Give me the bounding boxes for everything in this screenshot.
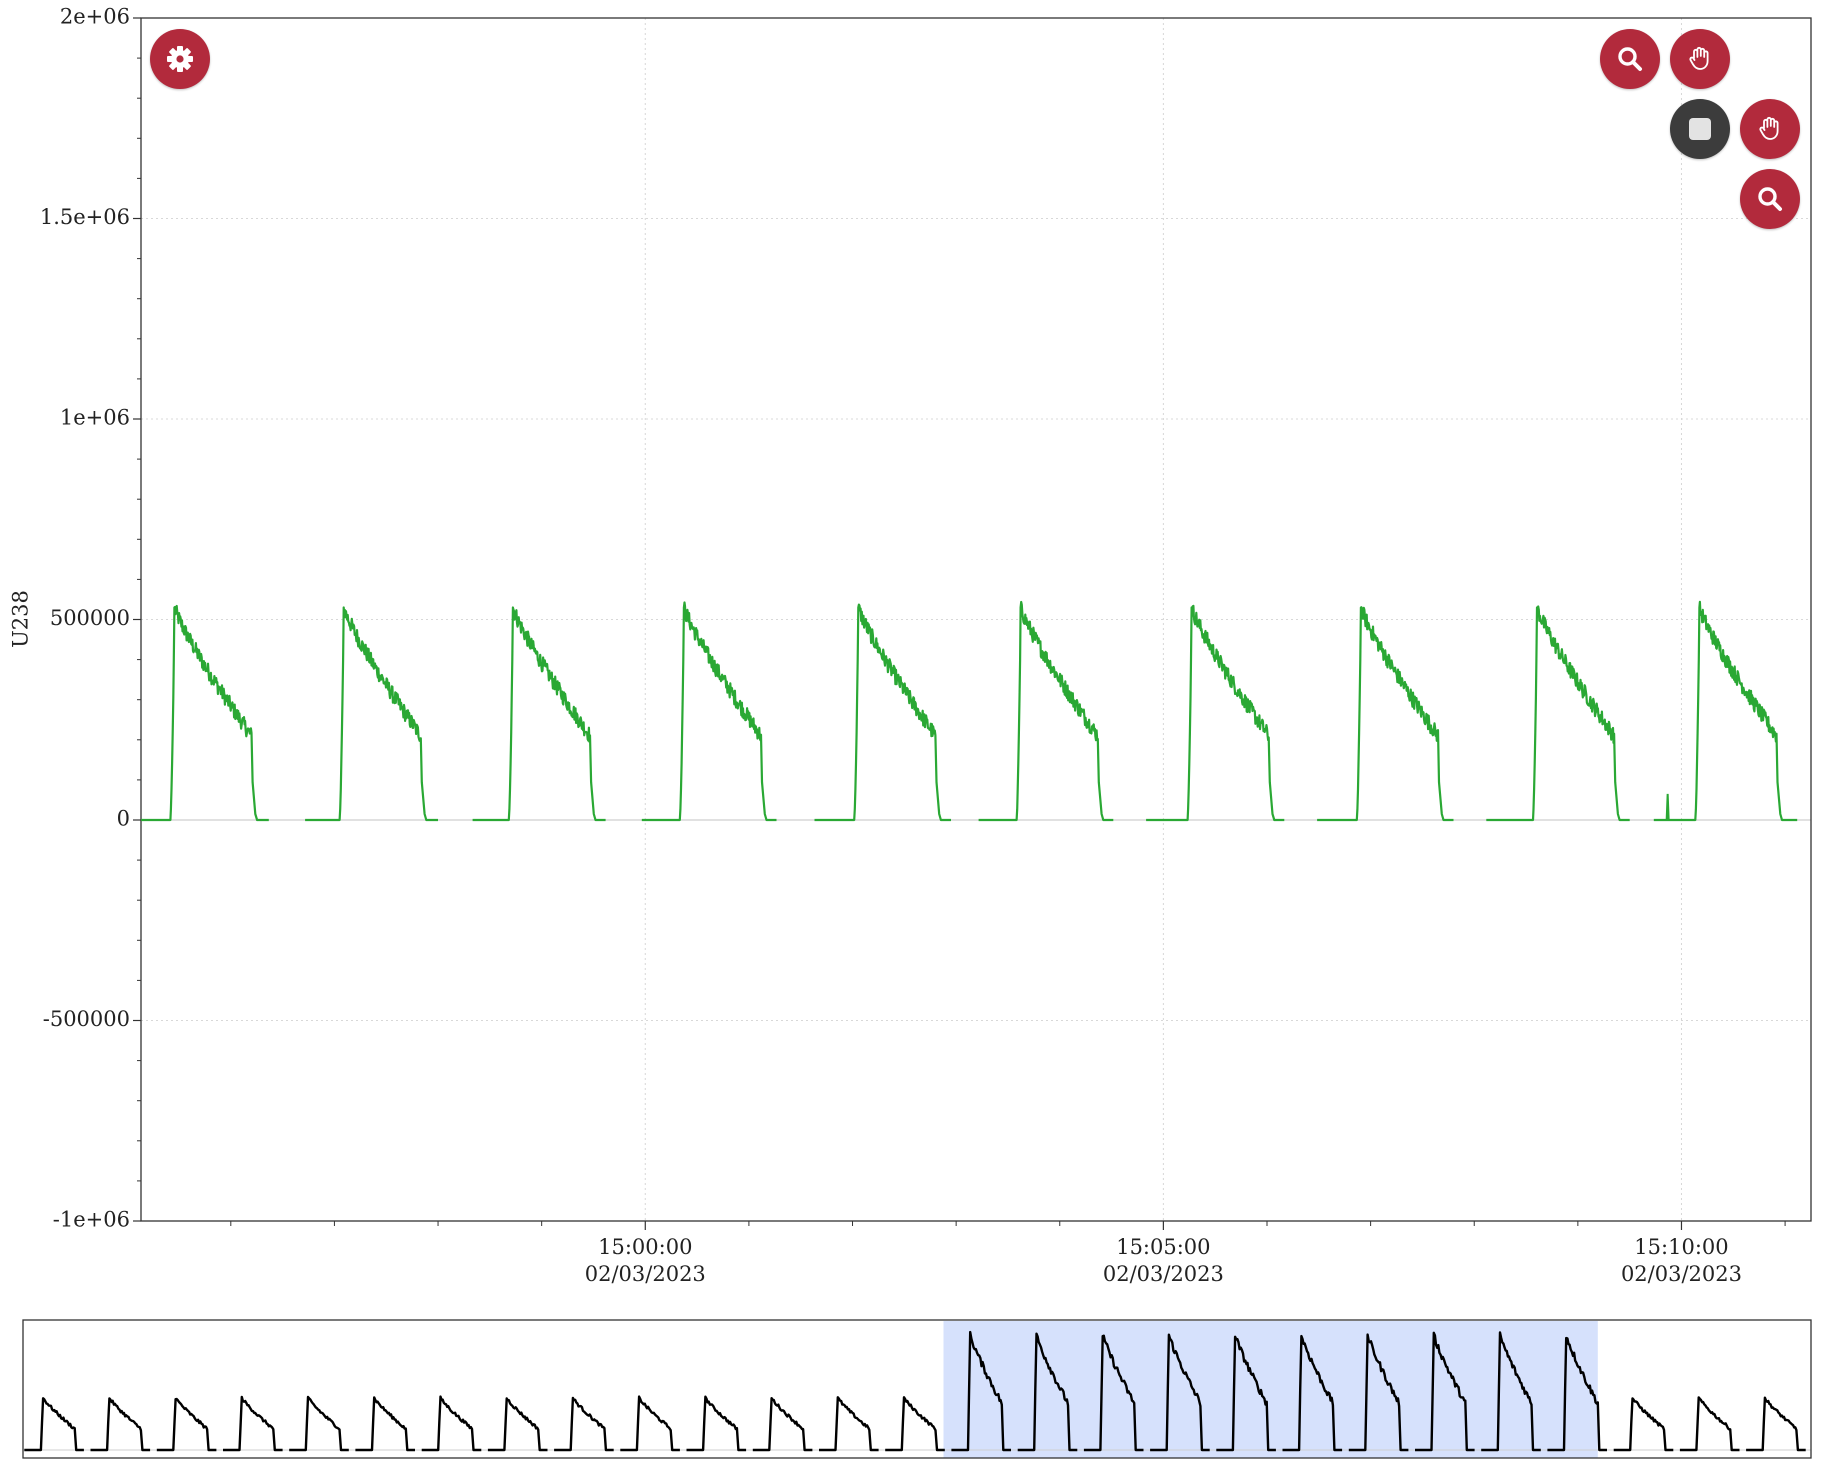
- y-tick-label: 1.5e+06: [40, 205, 130, 229]
- navigator-pulse-2: [90, 1397, 151, 1452]
- hand-icon: [1689, 46, 1709, 70]
- navigator-pulse-3: [156, 1397, 217, 1452]
- pan-button-secondary[interactable]: [1740, 99, 1800, 159]
- x-tick-date: 02/03/2023: [1103, 1262, 1224, 1286]
- navigator-pulse-10: [620, 1395, 680, 1452]
- y-tick-label: 500000: [50, 606, 130, 630]
- pan-button[interactable]: [1670, 29, 1730, 89]
- x-tick-time: 15:05:00: [1116, 1235, 1210, 1259]
- navigator-pulse-9: [554, 1396, 614, 1452]
- navigator-pulse-1: [24, 1397, 84, 1452]
- navigator-pulse-11: [686, 1395, 747, 1452]
- stop-button[interactable]: [1670, 99, 1730, 159]
- navigator[interactable]: [22, 1319, 1812, 1459]
- navigator-pulse-13: [819, 1396, 879, 1452]
- y-tick-label: -500000: [43, 1007, 130, 1031]
- settings-button[interactable]: [150, 29, 210, 89]
- zoom-button[interactable]: [1600, 29, 1660, 89]
- y-tick-label: 2e+06: [60, 5, 130, 29]
- chart-canvas: 2e+06 1.5e+06 1e+06 500000 0 -500000 -1e+06 15…: [9, 5, 1812, 1459]
- search-icon: [1618, 47, 1642, 71]
- navigator-pulse-5: [289, 1395, 349, 1452]
- series-pulse-10: [1653, 600, 1798, 822]
- series-pulse-6: [978, 600, 1114, 822]
- x-axis: 15:00:00 02/03/2023 15:05:00 02/03/2023 15:1…: [230, 1221, 1786, 1286]
- grid-lines: [141, 17, 1811, 1222]
- series-pulse-1: [141, 604, 269, 822]
- series-pulse-5: [814, 603, 951, 822]
- y-tick-label: -1e+06: [53, 1208, 130, 1232]
- series-pulse-3: [472, 606, 606, 822]
- y-tick-label: 0: [117, 807, 130, 831]
- series-pulse-2: [305, 606, 438, 822]
- navigator-pulse-6: [355, 1396, 415, 1452]
- x-tick-time: 15:00:00: [598, 1235, 692, 1259]
- gear-icon: [167, 46, 193, 72]
- navigator-pulse-8: [487, 1397, 548, 1452]
- y-axis-title: U238: [9, 590, 33, 648]
- series-pulse-4: [641, 601, 777, 822]
- navigator-pulse-27: [1746, 1396, 1806, 1452]
- series-pulse-9: [1486, 605, 1630, 822]
- x-tick-time: 15:10:00: [1634, 1235, 1728, 1259]
- series-layer: [141, 600, 1798, 822]
- zoom-button-secondary[interactable]: [1740, 169, 1800, 229]
- hand-icon: [1759, 116, 1779, 140]
- x-tick-date: 02/03/2023: [1621, 1262, 1742, 1286]
- y-tick-label: 1e+06: [60, 406, 130, 430]
- square-stop-icon: [1689, 118, 1711, 140]
- navigator-pulse-26: [1679, 1396, 1740, 1452]
- series-spike: [1665, 793, 1670, 821]
- series-pulse-7: [1146, 604, 1285, 822]
- y-axis: 2e+06 1.5e+06 1e+06 500000 0 -500000 -1e+06: [40, 5, 141, 1232]
- navigator-pulse-14: [885, 1396, 945, 1452]
- search-icon: [1758, 187, 1782, 211]
- x-tick-date: 02/03/2023: [585, 1262, 706, 1286]
- navigator-pulse-4: [223, 1395, 283, 1452]
- navigator-pulse-25: [1613, 1397, 1674, 1452]
- navigator-pulse-12: [752, 1397, 813, 1452]
- series-pulse-8: [1317, 606, 1454, 822]
- navigator-pulse-7: [421, 1395, 482, 1452]
